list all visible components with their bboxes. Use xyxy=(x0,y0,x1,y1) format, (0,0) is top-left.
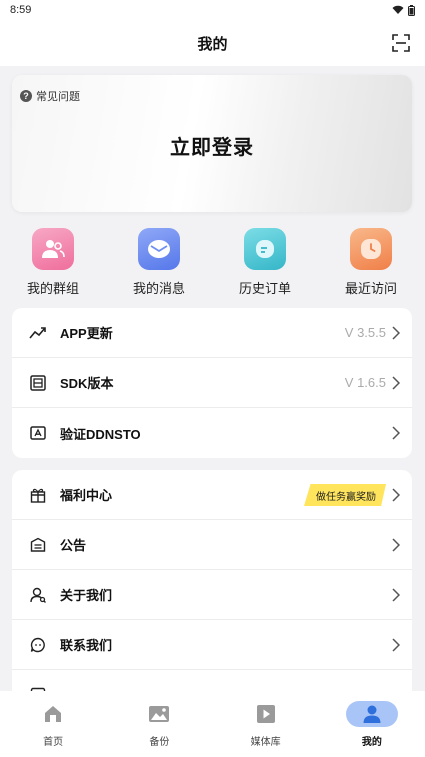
faq-link[interactable]: ? 常见问题 xyxy=(20,88,80,104)
quick-action-label: 最近访问 xyxy=(344,281,397,296)
trend-icon xyxy=(28,323,48,343)
tab-label: 首页 xyxy=(43,737,64,748)
sdk-version-value: V 1.6.5 xyxy=(344,375,386,390)
backup-icon xyxy=(133,701,185,727)
app-update-row[interactable]: APP更新 V 3.5.5 xyxy=(12,308,412,358)
faq-label: 常见问题 xyxy=(36,91,80,103)
gift-icon xyxy=(28,485,48,505)
status-time: 8:59 xyxy=(10,4,32,16)
sdk-version-row[interactable]: SDK版本 V 1.6.5 xyxy=(12,358,412,408)
chevron-right-icon xyxy=(392,326,400,340)
top-app-bar: 我的 xyxy=(0,20,425,66)
quick-action-messages[interactable]: 我的消息 xyxy=(119,228,199,297)
row-label: 福利中心 xyxy=(60,488,113,503)
row-label: SDK版本 xyxy=(60,376,114,391)
chevron-right-icon xyxy=(392,488,400,502)
quick-action-label: 历史订单 xyxy=(238,281,291,296)
app-version-value: V 3.5.5 xyxy=(344,325,386,340)
clock-icon xyxy=(350,228,392,270)
status-bar: 8:59 xyxy=(0,0,425,20)
contact-icon xyxy=(28,635,48,655)
quick-action-label: 我的消息 xyxy=(132,281,185,296)
tab-label: 媒体库 xyxy=(250,737,281,748)
question-icon: ? xyxy=(20,90,32,102)
tab-label: 备份 xyxy=(149,737,170,748)
status-icons xyxy=(392,4,415,16)
quick-action-recent[interactable]: 最近访问 xyxy=(331,228,411,297)
about-icon xyxy=(28,585,48,605)
chevron-right-icon xyxy=(392,588,400,602)
tab-label: 我的 xyxy=(361,737,382,748)
welfare-center-row[interactable]: 福利中心 做任务赢奖励 xyxy=(12,470,412,520)
menu-card: 福利中心 做任务赢奖励 公告 关于我们 联系我们 xyxy=(12,470,412,702)
quick-action-orders[interactable]: 历史订单 xyxy=(225,228,305,297)
media-icon xyxy=(240,701,292,727)
wifi-icon xyxy=(392,5,404,14)
row-label: 联系我们 xyxy=(60,638,113,653)
chevron-right-icon xyxy=(392,538,400,552)
sdk-icon xyxy=(28,373,48,393)
page-title: 我的 xyxy=(197,35,228,53)
row-label: 验证DDNSTO xyxy=(60,426,141,442)
contact-us-row[interactable]: 联系我们 xyxy=(12,620,412,670)
task-reward-badge: 做任务赢奖励 xyxy=(304,484,386,506)
chevron-right-icon xyxy=(392,426,400,440)
chevron-right-icon xyxy=(392,376,400,390)
row-label: 公告 xyxy=(60,538,87,553)
message-icon xyxy=(138,228,180,270)
tab-home[interactable]: 首页 xyxy=(0,691,106,757)
login-card[interactable]: ? 常见问题 立即登录 xyxy=(12,75,412,212)
verify-icon xyxy=(28,423,48,443)
order-icon xyxy=(244,228,286,270)
scan-icon[interactable] xyxy=(391,33,411,53)
announcement-row[interactable]: 公告 xyxy=(12,520,412,570)
group-icon xyxy=(32,228,74,270)
verify-ddnsto-row[interactable]: 验证DDNSTO xyxy=(12,408,412,458)
chevron-right-icon xyxy=(392,638,400,652)
tab-profile[interactable]: 我的 xyxy=(319,691,425,757)
info-card: APP更新 V 3.5.5 SDK版本 V 1.6.5 验证DDNSTO xyxy=(12,308,412,458)
quick-action-groups[interactable]: 我的群组 xyxy=(13,228,93,297)
home-icon xyxy=(27,701,79,727)
login-button[interactable]: 立即登录 xyxy=(12,131,412,160)
profile-icon xyxy=(345,701,398,727)
battery-icon xyxy=(408,4,415,16)
row-label: APP更新 xyxy=(60,326,113,341)
tab-backup[interactable]: 备份 xyxy=(106,691,212,757)
about-us-row[interactable]: 关于我们 xyxy=(12,570,412,620)
quick-actions: 我的群组 我的消息 历史订单 最近访问 xyxy=(0,228,425,298)
tab-media[interactable]: 媒体库 xyxy=(213,691,319,757)
notice-icon xyxy=(28,535,48,555)
bottom-tab-bar: 首页 备份 媒体库 我的 xyxy=(0,691,425,757)
quick-action-label: 我的群组 xyxy=(26,281,79,296)
row-label: 关于我们 xyxy=(60,588,113,603)
